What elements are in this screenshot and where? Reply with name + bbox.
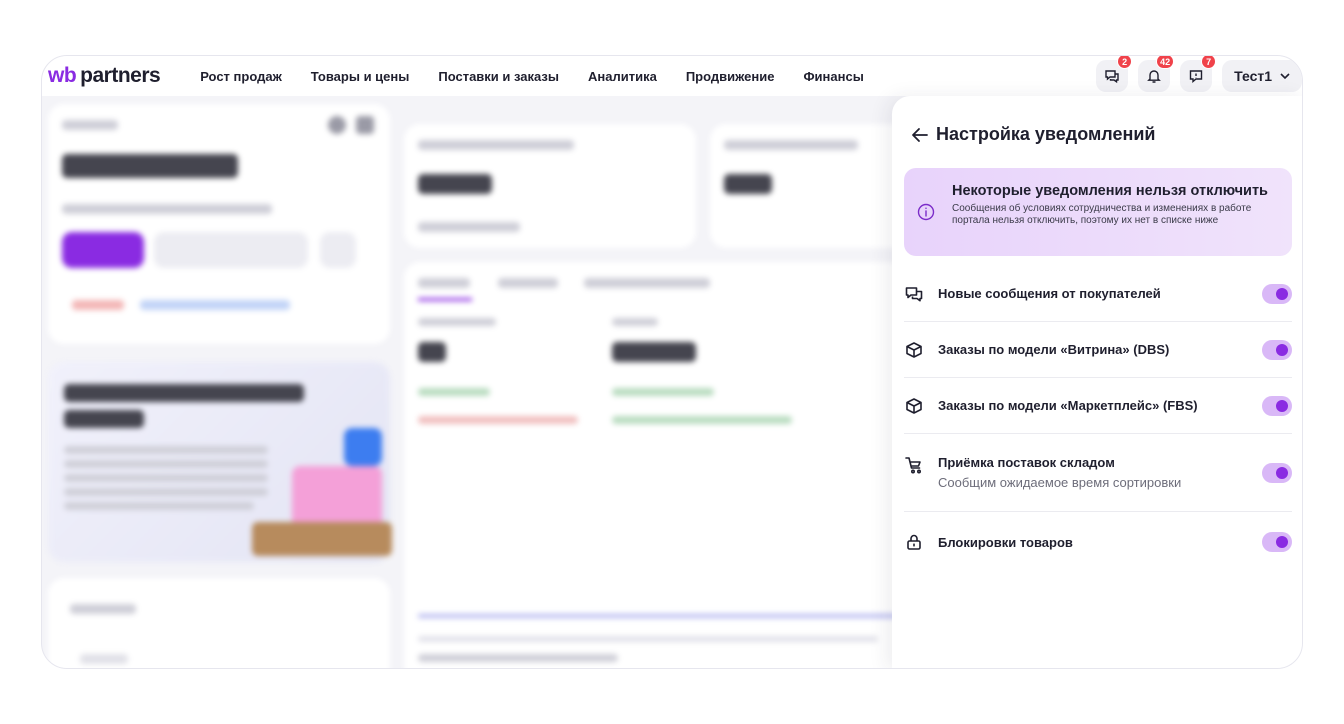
nav-item-sales-growth[interactable]: Рост продаж [200, 69, 282, 84]
info-banner: Некоторые уведомления нельзя отключить С… [904, 168, 1292, 256]
info-title: Некоторые уведомления нельзя отключить [952, 183, 1268, 199]
logo-partners: partners [80, 64, 161, 87]
lock-icon [904, 532, 924, 552]
header-actions: 2 42 7 Тест1 [1096, 56, 1302, 96]
toggle-product-blocks[interactable] [1262, 532, 1292, 552]
toggle-warehouse-acceptance[interactable] [1262, 462, 1292, 483]
notification-item-fbs-orders: Заказы по модели «Маркетплейс» (FBS) [904, 378, 1292, 434]
notification-settings-panel: Настройка уведомлений Некоторые уведомле… [892, 96, 1302, 668]
problem-products-card [404, 124, 696, 248]
notifications-badge: 42 [1156, 56, 1175, 69]
notification-item-buyer-messages: Новые сообщения от покупателей [904, 266, 1292, 322]
notification-item-product-blocks: Блокировки товаров [904, 512, 1292, 572]
notification-list: Новые сообщения от покупателей Заказы по… [904, 266, 1292, 572]
notification-label: Заказы по модели «Витрина» (DBS) [938, 342, 1170, 357]
logo-wb: wb [48, 64, 77, 87]
info-icon [917, 203, 935, 221]
chat-icon [904, 284, 924, 304]
notification-label: Заказы по модели «Маркетплейс» (FBS) [938, 398, 1198, 413]
chat-icon [1105, 70, 1119, 84]
notification-item-dbs-orders: Заказы по модели «Витрина» (DBS) [904, 322, 1292, 378]
nav-item-analytics[interactable]: Аналитика [588, 69, 657, 84]
support-badge: 7 [1201, 56, 1217, 69]
nav-item-promotion[interactable]: Продвижение [686, 69, 775, 84]
info-text: Сообщения об условиях сотрудничества и и… [952, 203, 1252, 226]
toggle-dbs-orders[interactable] [1262, 339, 1292, 360]
orders-chart-card [404, 262, 904, 668]
notification-description: Сообщим ожидаемое время сортировки [938, 475, 1182, 490]
toggle-buyer-messages[interactable] [1262, 283, 1292, 304]
notifications-button[interactable]: 42 [1138, 56, 1175, 92]
balance-card [48, 104, 390, 344]
news-card [48, 578, 390, 668]
nav-item-finance[interactable]: Финансы [803, 69, 863, 84]
nav-item-products-prices[interactable]: Товары и цены [311, 69, 410, 84]
promo-card [48, 362, 392, 562]
toggle-fbs-orders[interactable] [1262, 395, 1292, 416]
support-chat-icon [1189, 70, 1203, 83]
support-button[interactable]: 7 [1180, 56, 1217, 92]
app-window: wb partners Рост продаж Товары и цены По… [41, 55, 1303, 669]
returns-card [710, 124, 910, 248]
wb-partners-logo[interactable]: wb partners [48, 64, 161, 88]
box-icon [904, 340, 924, 360]
chats-badge: 2 [1117, 56, 1133, 69]
cart-icon [904, 455, 924, 475]
dashboard-background [42, 96, 910, 668]
chevron-down-icon [1280, 73, 1290, 80]
nav-item-supplies-orders[interactable]: Поставки и заказы [438, 69, 559, 84]
notification-item-warehouse-acceptance: Приёмка поставок складом Сообщим ожидаем… [904, 434, 1292, 512]
notification-label: Приёмка поставок складом [938, 455, 1115, 470]
panel-header: Настройка уведомлений [910, 124, 1155, 145]
notification-label: Новые сообщения от покупателей [938, 286, 1161, 301]
user-menu[interactable]: Тест1 [1222, 60, 1302, 92]
top-bar: wb partners Рост продаж Товары и цены По… [42, 56, 1302, 96]
main-nav: Рост продаж Товары и цены Поставки и зак… [200, 69, 864, 84]
box-icon [904, 396, 924, 416]
notification-label: Блокировки товаров [938, 534, 1073, 550]
arrow-left-icon[interactable] [910, 125, 930, 145]
panel-title: Настройка уведомлений [936, 124, 1156, 144]
bell-icon [1147, 70, 1161, 83]
user-name: Тест1 [1234, 68, 1272, 84]
chats-button[interactable]: 2 [1096, 56, 1133, 92]
